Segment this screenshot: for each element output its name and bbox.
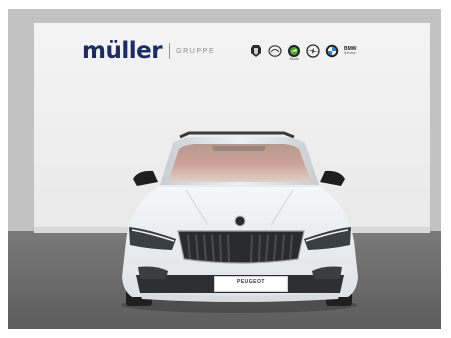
bmw-service-sub: Service bbox=[344, 50, 356, 55]
photo-frame: müller GRUPPE Skoda BMW Service PEUGEOT bbox=[8, 9, 441, 329]
dealer-logo: müller GRUPPE bbox=[82, 38, 215, 64]
dealer-logo-text: müller bbox=[82, 37, 163, 64]
skoda-icon: Skoda bbox=[287, 44, 301, 61]
dealer-group-text: GRUPPE bbox=[176, 47, 216, 55]
logo-divider bbox=[169, 43, 171, 59]
brand-marques: Skoda BMW Service bbox=[249, 43, 362, 61]
plate-sub bbox=[215, 285, 287, 286]
opel-icon bbox=[306, 44, 320, 58]
bmw-icon bbox=[325, 44, 339, 58]
license-plate: PEUGEOT bbox=[214, 276, 288, 292]
mazda-icon bbox=[268, 44, 282, 58]
bmw-service-label: BMW Service bbox=[344, 46, 362, 56]
peugeot-icon bbox=[249, 44, 263, 58]
skoda-badge bbox=[234, 215, 246, 227]
skoda-caption: Skoda bbox=[289, 57, 299, 61]
rear-view-mirror bbox=[212, 146, 266, 151]
plate-title: PEUGEOT bbox=[237, 279, 265, 285]
